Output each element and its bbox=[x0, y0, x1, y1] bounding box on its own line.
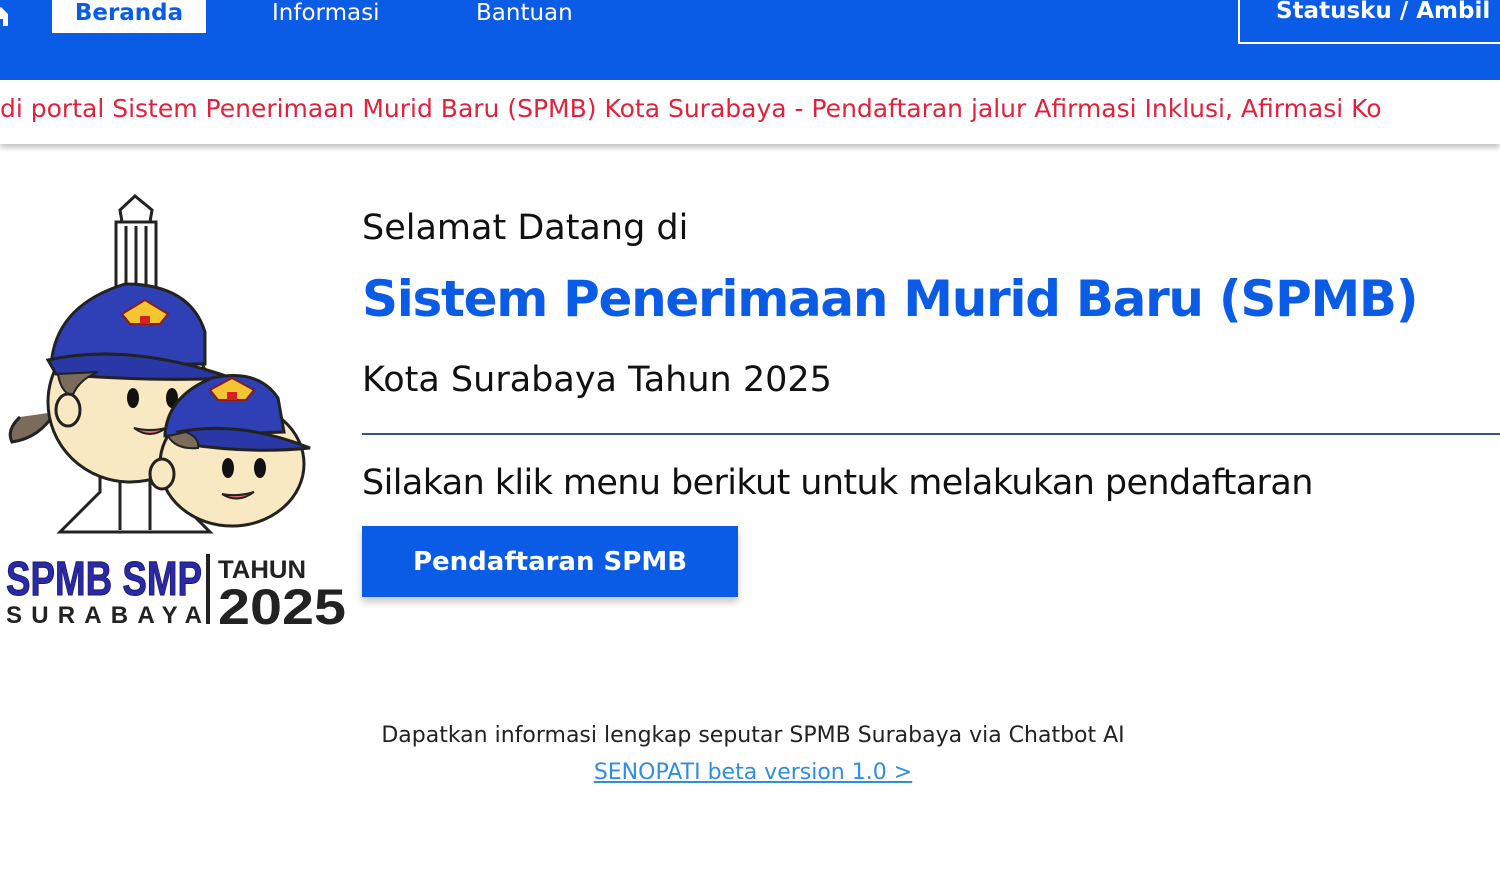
instruction-text: Silakan klik menu berikut untuk melakuka… bbox=[362, 463, 1313, 503]
welcome-text: Selamat Datang di bbox=[362, 208, 689, 248]
status-button[interactable]: Statusku / Ambil P bbox=[1238, 0, 1500, 44]
nav-tab-informasi[interactable]: Informasi bbox=[272, 0, 379, 33]
chatbot-link[interactable]: SENOPATI beta version 1.0 > bbox=[0, 760, 1500, 785]
page-title: Sistem Penerimaan Murid Baru (SPMB) bbox=[362, 270, 1419, 328]
chatbot-info: Dapatkan informasi lengkap seputar SPMB … bbox=[381, 723, 1125, 748]
register-button[interactable]: Pendaftaran SPMB bbox=[362, 526, 738, 597]
top-navbar: Beranda Informasi Bantuan Statusku / Amb… bbox=[0, 0, 1500, 80]
spmb-logo: SPMB SMP SURABAYA TAHUN 2025 bbox=[6, 194, 346, 632]
announcement-ticker: di portal Sistem Penerimaan Murid Baru (… bbox=[0, 80, 1500, 144]
logo-line2: SURABAYA bbox=[6, 602, 202, 629]
nav-tab-beranda[interactable]: Beranda bbox=[52, 0, 206, 33]
logo-divider bbox=[206, 554, 210, 624]
home-icon[interactable] bbox=[0, 4, 8, 26]
nav-tab-bantuan[interactable]: Bantuan bbox=[476, 0, 573, 33]
logo-line1: SPMB SMP bbox=[6, 553, 202, 606]
section-divider bbox=[362, 433, 1500, 435]
ticker-text: di portal Sistem Penerimaan Murid Baru (… bbox=[0, 94, 1382, 123]
page-subtitle: Kota Surabaya Tahun 2025 bbox=[362, 360, 832, 400]
logo-year: 2025 bbox=[218, 579, 346, 632]
